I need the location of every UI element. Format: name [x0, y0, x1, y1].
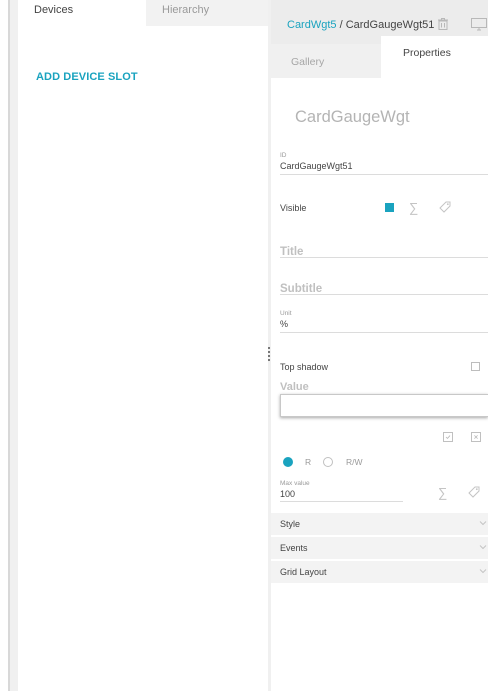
section-events[interactable]: Events — [271, 537, 488, 559]
sum-icon[interactable]: ∑ — [409, 201, 418, 214]
id-field-underline — [280, 174, 488, 175]
radio-read-write[interactable] — [323, 457, 333, 467]
id-field-label: ID — [280, 152, 287, 159]
tag-icon[interactable] — [438, 200, 452, 214]
breadcrumb-parent-link[interactable]: CardWgt5 — [287, 19, 337, 31]
properties-tab-bar: Gallery Properties — [271, 36, 488, 78]
value-input[interactable] — [280, 394, 488, 417]
radio-read-label: R — [305, 457, 312, 467]
radio-read-write-label: R/W — [346, 457, 363, 467]
breadcrumb-current: CardGaugeWgt51 — [345, 19, 435, 31]
trash-icon[interactable] — [436, 17, 450, 31]
tab-properties[interactable]: Properties — [381, 36, 488, 78]
max-value-tag-icon[interactable] — [467, 485, 481, 499]
chevron-down-icon — [479, 545, 487, 550]
unit-field[interactable]: % — [280, 319, 288, 329]
section-grid-layout[interactable]: Grid Layout — [271, 561, 488, 583]
top-shadow-checkbox[interactable] — [471, 362, 480, 371]
chevron-down-icon — [479, 521, 487, 526]
tab-gallery[interactable]: Gallery — [271, 44, 381, 78]
devices-panel: Devices Hierarchy ADD DEVICE SLOT — [18, 0, 268, 691]
breadcrumb-separator: / — [336, 19, 346, 31]
unit-field-label: Unit — [280, 310, 292, 317]
max-value-underline — [280, 501, 403, 502]
section-style-label: Style — [280, 519, 301, 529]
properties-panel: CardWgt5 / CardGaugeWgt51 Gallery Proper… — [271, 0, 488, 691]
gutter-divider — [8, 0, 10, 691]
section-events-label: Events — [280, 543, 308, 553]
section-grid-layout-label: Grid Layout — [280, 567, 327, 577]
max-value-sum-icon[interactable]: ∑ — [438, 486, 447, 499]
max-value-label: Max value — [280, 480, 310, 487]
visible-checkbox[interactable] — [385, 203, 394, 212]
visible-label: Visible — [280, 203, 307, 213]
breadcrumb: CardWgt5 / CardGaugeWgt51 — [287, 19, 434, 31]
monitor-icon[interactable] — [470, 17, 488, 31]
widget-title: CardGaugeWgt — [295, 108, 410, 126]
subtitle-field-underline — [280, 294, 488, 295]
tab-hierarchy[interactable]: Hierarchy — [146, 0, 268, 26]
max-value-field[interactable]: 100 — [280, 489, 295, 499]
add-device-slot-button[interactable]: ADD DEVICE SLOT — [36, 71, 138, 83]
close-icon[interactable] — [471, 432, 481, 442]
title-field-underline — [280, 257, 488, 258]
left-tab-bar: Devices Hierarchy — [18, 0, 268, 34]
radio-read[interactable] — [283, 457, 293, 467]
check-icon[interactable] — [443, 432, 453, 442]
top-shadow-label: Top shadow — [280, 362, 329, 372]
section-style[interactable]: Style — [271, 513, 488, 535]
tab-devices[interactable]: Devices — [18, 0, 146, 26]
value-field-label: Value — [280, 381, 309, 393]
chevron-down-icon — [479, 569, 487, 574]
unit-field-underline — [280, 332, 488, 333]
id-field[interactable]: CardGaugeWgt51 — [280, 161, 353, 171]
